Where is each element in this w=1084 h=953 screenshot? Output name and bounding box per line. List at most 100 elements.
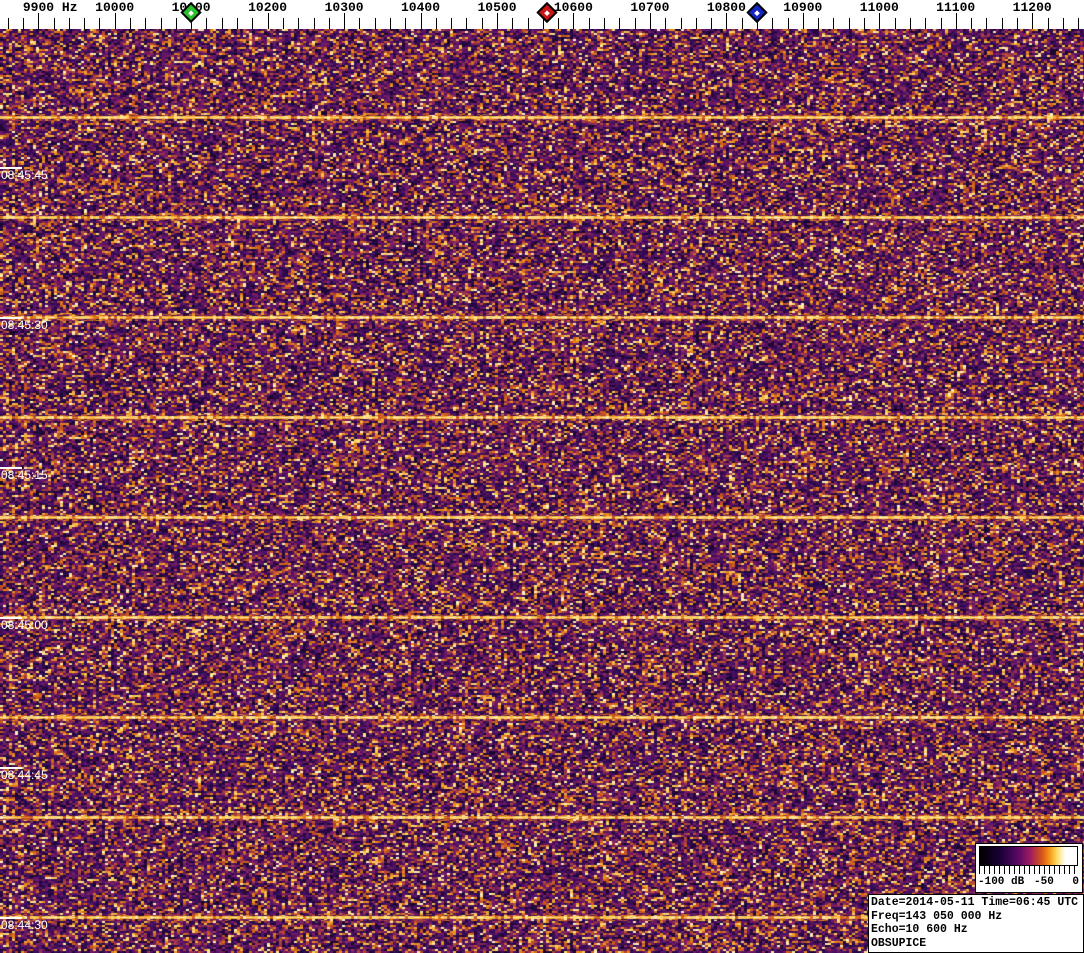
freq-major-tick: [344, 13, 346, 29]
freq-label: 11000: [859, 0, 899, 15]
freq-minor-tick: [298, 18, 300, 29]
freq-minor-tick: [160, 18, 162, 29]
freq-minor-tick: [665, 18, 667, 29]
freq-minor-tick: [22, 18, 24, 29]
freq-minor-tick: [1016, 18, 1018, 29]
freq-label: 11200: [1012, 0, 1052, 15]
freq-minor-tick: [512, 18, 514, 29]
color-scale-ticks: [979, 866, 1078, 874]
freq-label: 9900 Hz: [22, 0, 78, 15]
freq-minor-tick: [772, 18, 774, 29]
time-label: 08:44:45: [1, 768, 48, 782]
freq-minor-tick: [1001, 18, 1003, 29]
freq-minor-tick: [787, 18, 789, 29]
freq-minor-tick: [145, 18, 147, 29]
freq-minor-tick: [313, 18, 315, 29]
freq-minor-tick: [741, 18, 743, 29]
freq-minor-tick: [848, 18, 850, 29]
freq-minor-tick: [359, 18, 361, 29]
freq-label: 10300: [324, 0, 364, 15]
marker-center-dot: [543, 9, 550, 16]
spectrogram-window: 9900 Hz100001010010200103001040010500106…: [0, 0, 1084, 953]
freq-minor-tick: [711, 18, 713, 29]
info-station: OBSUPICE: [871, 936, 927, 950]
freq-label: 10500: [477, 0, 517, 15]
freq-minor-tick: [175, 18, 177, 29]
color-gradient-bar: [979, 846, 1078, 866]
time-label: 08:45:45: [1, 168, 48, 182]
observation-info-box: Date=2014-05-11 Time=06:45 UTC Freq=143 …: [868, 894, 1084, 953]
time-label: 08:45:30: [1, 318, 48, 332]
freq-minor-tick: [206, 18, 208, 29]
freq-minor-tick: [374, 18, 376, 29]
freq-label: 11100: [936, 0, 976, 15]
freq-label: 10200: [248, 0, 288, 15]
freq-minor-tick: [619, 18, 621, 29]
freq-major-tick: [38, 13, 40, 29]
freq-minor-tick: [680, 18, 682, 29]
freq-minor-tick: [604, 18, 605, 29]
waterfall-display: [0, 29, 1084, 953]
freq-minor-tick: [695, 18, 697, 29]
marker-center-dot: [188, 9, 194, 16]
freq-minor-tick: [7, 18, 9, 29]
freq-major-tick: [955, 13, 957, 29]
freq-major-tick: [267, 13, 269, 29]
legend-min-label: -100 dB: [978, 876, 1025, 888]
freq-minor-tick: [818, 18, 820, 29]
freq-minor-tick: [389, 18, 391, 29]
color-scale-legend: -100 dB -50 0: [975, 843, 1083, 893]
freq-minor-tick: [451, 18, 453, 29]
freq-minor-tick: [84, 18, 86, 29]
freq-minor-tick: [1062, 18, 1064, 29]
freq-label: 10400: [400, 0, 441, 15]
freq-minor-tick: [221, 18, 223, 29]
freq-minor-tick: [864, 18, 865, 29]
legend-mid-label: -50: [1034, 876, 1054, 888]
freq-minor-tick: [894, 18, 896, 29]
freq-label: 10900: [783, 0, 823, 15]
freq-label: 10000: [95, 0, 135, 15]
freq-label: 10800: [706, 0, 746, 15]
info-echo: Echo=10 600 Hz: [871, 923, 968, 936]
info-frequency: Freq=143 050 000 Hz: [871, 909, 1003, 923]
freq-minor-tick: [68, 18, 70, 29]
freq-minor-tick: [130, 18, 131, 29]
time-label: 08:44:30: [1, 918, 48, 932]
freq-major-tick: [573, 13, 575, 29]
freq-major-tick: [1032, 13, 1034, 29]
freq-major-tick: [802, 13, 804, 29]
info-date-time: Date=2014-05-11 Time=06:45 UTC: [871, 896, 1079, 909]
freq-minor-tick: [986, 18, 988, 29]
legend-max-label: 0: [1072, 876, 1079, 888]
frequency-axis[interactable]: 9900 Hz100001010010200103001040010500106…: [0, 0, 1084, 29]
freq-minor-tick: [53, 18, 55, 29]
freq-minor-tick: [252, 18, 254, 29]
freq-major-tick: [420, 13, 422, 29]
freq-marker-blue[interactable]: [746, 1, 768, 24]
freq-label: 10600: [553, 0, 593, 15]
time-label: 08:45:00: [1, 618, 48, 632]
freq-minor-tick: [466, 18, 468, 29]
freq-minor-tick: [435, 18, 437, 29]
freq-minor-tick: [634, 18, 636, 29]
freq-minor-tick: [1047, 18, 1049, 29]
freq-minor-tick: [588, 18, 590, 29]
freq-minor-tick: [527, 18, 529, 29]
freq-minor-tick: [925, 18, 927, 29]
freq-major-tick: [879, 13, 881, 29]
freq-minor-tick: [328, 18, 330, 29]
freq-minor-tick: [558, 18, 560, 29]
freq-major-tick: [114, 13, 116, 29]
freq-major-tick: [726, 13, 728, 29]
freq-major-tick: [649, 13, 651, 29]
freq-minor-tick: [940, 18, 942, 29]
time-label: 08:45:15: [1, 468, 48, 482]
freq-minor-tick: [282, 18, 284, 29]
freq-minor-tick: [833, 18, 835, 29]
freq-minor-tick: [481, 18, 483, 29]
freq-minor-tick: [99, 18, 101, 29]
freq-minor-tick: [909, 18, 911, 29]
freq-label: 10700: [630, 0, 670, 15]
freq-minor-tick: [971, 18, 972, 29]
